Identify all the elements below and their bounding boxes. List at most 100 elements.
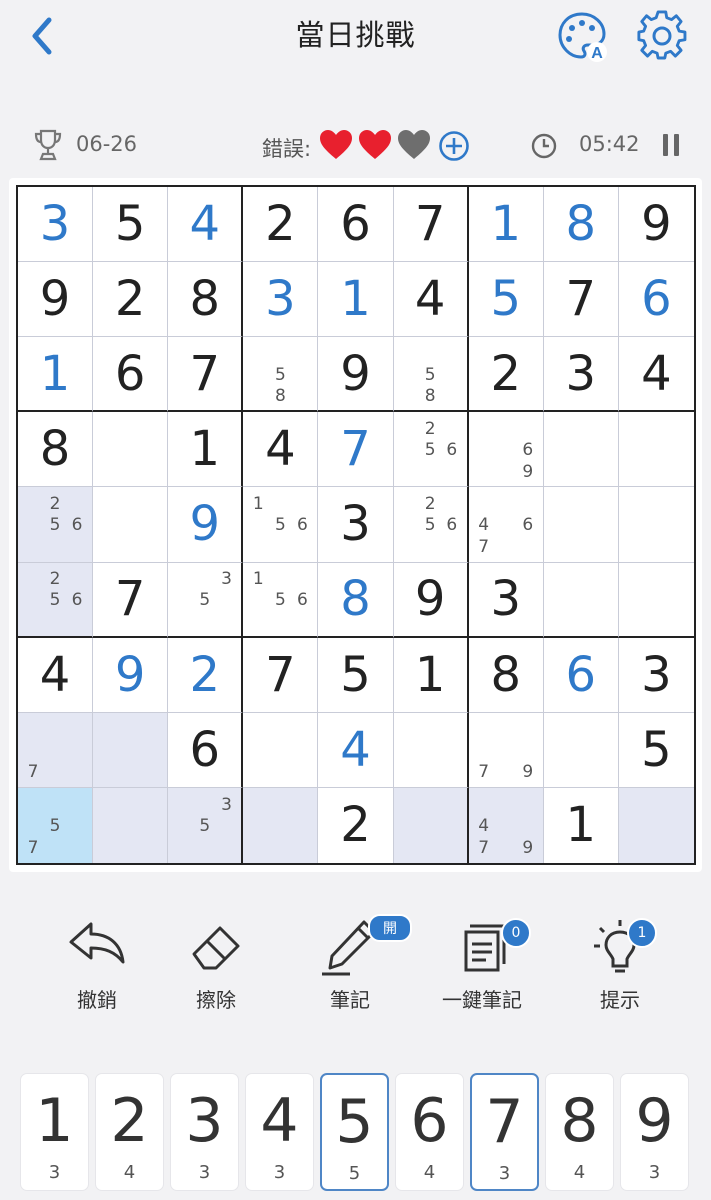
- add-life-icon[interactable]: [438, 130, 470, 162]
- cell-r1c7[interactable]: 1: [468, 187, 544, 263]
- cell-r8c8[interactable]: [543, 712, 619, 788]
- notes-button[interactable]: 開 筆記: [290, 912, 412, 1012]
- cell-r5c5[interactable]: 3: [318, 487, 394, 563]
- number-key-9[interactable]: 93: [620, 1073, 689, 1191]
- cell-r5c2[interactable]: [93, 487, 169, 563]
- cell-r3c1[interactable]: 1: [18, 337, 94, 413]
- cell-r4c6[interactable]: 256: [393, 412, 469, 488]
- cell-r6c6[interactable]: 9: [393, 562, 469, 638]
- cell-r4c4[interactable]: 4: [243, 412, 319, 488]
- cell-r8c4[interactable]: [243, 712, 319, 788]
- cell-r6c9[interactable]: [618, 563, 694, 638]
- cell-r4c8[interactable]: [543, 412, 619, 488]
- cell-r2c8[interactable]: 7: [543, 262, 619, 338]
- cell-r4c3[interactable]: 1: [168, 412, 244, 488]
- cell-r1c8[interactable]: 8: [543, 187, 619, 263]
- cell-r7c3[interactable]: 2: [168, 637, 244, 713]
- number-key-6[interactable]: 64: [395, 1073, 464, 1191]
- cell-r9c9[interactable]: [618, 787, 694, 863]
- cell-r2c4[interactable]: 3: [243, 262, 319, 338]
- cell-r8c6[interactable]: [393, 712, 469, 788]
- cell-r6c4[interactable]: 156: [243, 562, 319, 638]
- cell-r6c8[interactable]: [543, 562, 619, 638]
- cell-r9c6[interactable]: [393, 787, 469, 863]
- auto-notes-button[interactable]: 0 一鍵筆記: [422, 912, 542, 1012]
- cell-r7c7[interactable]: 8: [468, 637, 544, 713]
- cell-r9c5[interactable]: 2: [318, 787, 394, 863]
- cell-r7c4[interactable]: 7: [243, 637, 319, 713]
- cell-r4c9[interactable]: [618, 412, 694, 488]
- cell-r3c2[interactable]: 6: [93, 337, 169, 413]
- cell-r5c7[interactable]: 4 6 7: [468, 487, 544, 563]
- cell-r5c6[interactable]: 256: [393, 487, 469, 563]
- cell-r2c7[interactable]: 5: [468, 262, 544, 338]
- cell-r5c8[interactable]: [543, 487, 619, 563]
- cell-r1c2[interactable]: 5: [93, 187, 169, 263]
- cell-r3c6[interactable]: 58: [393, 337, 469, 413]
- cell-r9c1[interactable]: 57: [18, 787, 94, 863]
- number-key-5[interactable]: 55: [320, 1073, 389, 1191]
- cell-r7c1[interactable]: 4: [18, 637, 94, 713]
- cell-r9c8[interactable]: 1: [544, 787, 619, 863]
- cell-r8c7[interactable]: 79: [468, 712, 544, 788]
- pause-icon[interactable]: [660, 132, 682, 158]
- cell-r4c7[interactable]: 69: [468, 412, 544, 488]
- cell-r2c5[interactable]: 1: [318, 262, 394, 338]
- cell-r3c3[interactable]: 7: [168, 337, 244, 413]
- cell-r6c3[interactable]: 35: [168, 562, 244, 638]
- cell-r5c4[interactable]: 156: [243, 487, 319, 563]
- settings-button[interactable]: [636, 10, 688, 62]
- cell-r1c4[interactable]: 2: [243, 187, 319, 263]
- cell-r5c9[interactable]: [618, 487, 694, 563]
- cell-r9c2[interactable]: [93, 787, 169, 863]
- cell-r2c3[interactable]: 8: [168, 262, 244, 338]
- cell-r9c3[interactable]: 35: [168, 787, 244, 863]
- cell-r6c5[interactable]: 8: [318, 562, 394, 638]
- cell-r9c4[interactable]: [243, 787, 319, 863]
- theme-button[interactable]: A: [556, 10, 608, 62]
- cell-r8c5[interactable]: 4: [318, 712, 394, 788]
- number-key-2[interactable]: 24: [95, 1073, 164, 1191]
- cell-r2c2[interactable]: 2: [93, 262, 169, 338]
- number-key-7[interactable]: 73: [470, 1073, 539, 1191]
- cell-r7c2[interactable]: 9: [93, 637, 169, 713]
- cell-r3c4[interactable]: 58: [243, 337, 319, 413]
- cell-r8c2[interactable]: [93, 712, 169, 788]
- undo-button[interactable]: 撤銷: [37, 912, 157, 1012]
- cell-r5c3[interactable]: 9: [168, 487, 244, 563]
- number-key-1[interactable]: 13: [20, 1073, 89, 1191]
- erase-button[interactable]: 擦除: [156, 912, 276, 1012]
- cell-r9c7[interactable]: 47 9: [468, 787, 544, 863]
- cell-r4c1[interactable]: 8: [18, 412, 94, 488]
- cell-r7c8[interactable]: 6: [543, 637, 619, 713]
- cell-r1c9[interactable]: 9: [618, 187, 694, 263]
- cell-r4c5[interactable]: 7: [318, 412, 394, 488]
- hint-button[interactable]: 1 提示: [560, 912, 680, 1012]
- cell-r1c6[interactable]: 7: [393, 187, 469, 263]
- cell-r2c1[interactable]: 9: [18, 262, 94, 338]
- number-key-4[interactable]: 43: [245, 1073, 314, 1191]
- cell-r7c5[interactable]: 5: [318, 637, 394, 713]
- cell-r5c1[interactable]: 256: [18, 487, 94, 563]
- cell-r7c9[interactable]: 3: [618, 638, 694, 713]
- cell-r8c1[interactable]: 7: [18, 712, 94, 788]
- cell-r8c9[interactable]: 5: [618, 713, 694, 788]
- cell-r2c6[interactable]: 4: [393, 262, 469, 338]
- cell-value: 5: [490, 271, 521, 328]
- cell-r7c6[interactable]: 1: [393, 637, 469, 713]
- number-key-3[interactable]: 33: [170, 1073, 239, 1191]
- cell-r6c7[interactable]: 3: [468, 562, 544, 638]
- cell-r1c1[interactable]: 3: [18, 187, 94, 263]
- cell-r6c2[interactable]: 7: [93, 562, 169, 638]
- cell-r4c2[interactable]: [93, 412, 169, 488]
- cell-r6c1[interactable]: 256: [18, 562, 94, 638]
- cell-r3c5[interactable]: 9: [318, 337, 394, 413]
- cell-r3c9[interactable]: 4: [618, 337, 694, 413]
- number-key-8[interactable]: 84: [545, 1073, 614, 1191]
- cell-r8c3[interactable]: 6: [168, 712, 244, 788]
- cell-r1c3[interactable]: 4: [168, 187, 244, 263]
- cell-r3c7[interactable]: 2: [468, 337, 544, 413]
- cell-r1c5[interactable]: 6: [318, 187, 394, 263]
- cell-r2c9[interactable]: 6: [618, 262, 694, 338]
- cell-r3c8[interactable]: 3: [543, 337, 619, 413]
